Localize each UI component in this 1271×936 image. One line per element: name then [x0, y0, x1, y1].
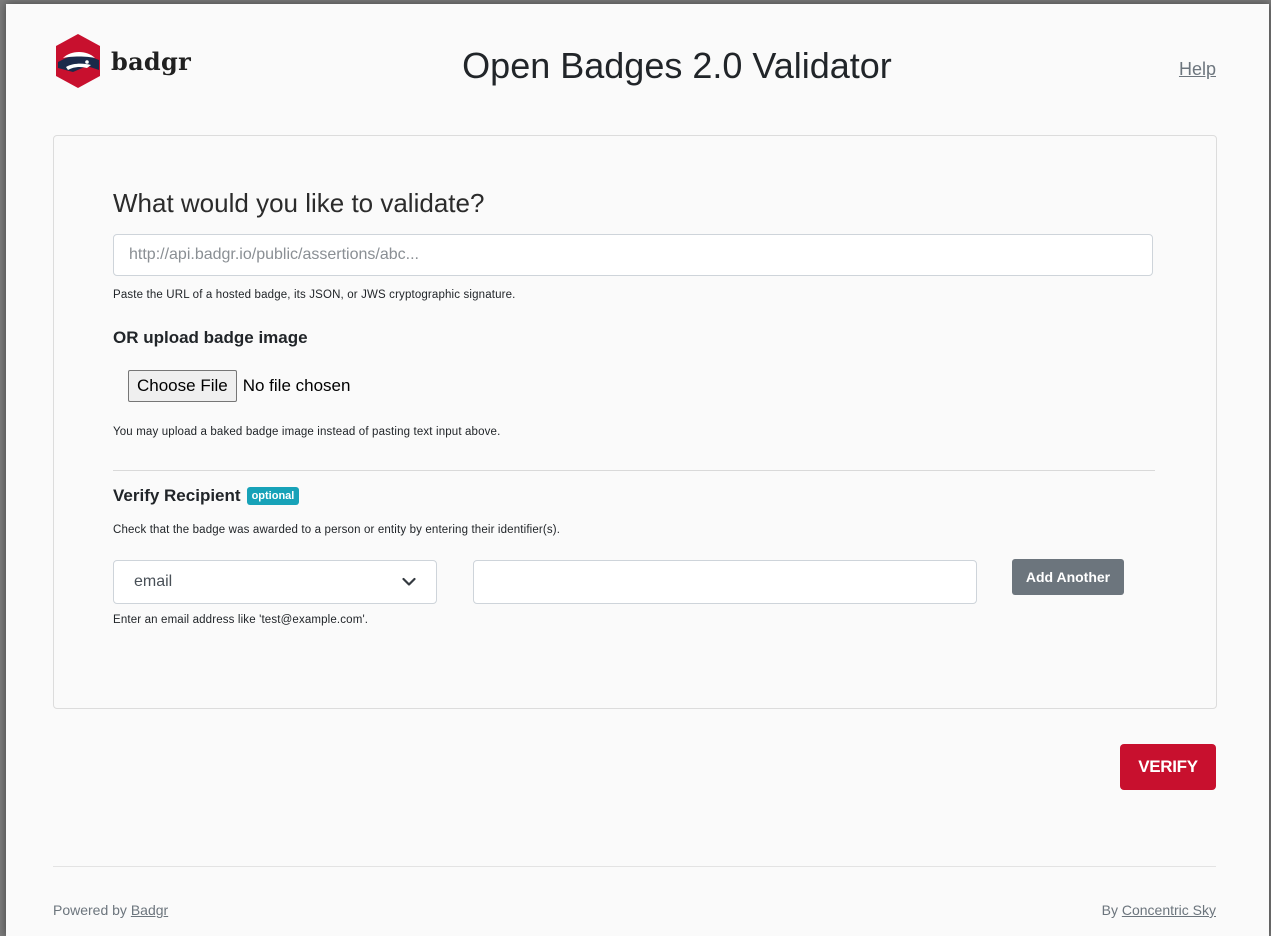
upload-help-text: You may upload a baked badge image inste…	[113, 426, 501, 438]
footer-divider	[53, 866, 1216, 867]
verify-recipient-title: Verify Recipient optional	[113, 486, 300, 506]
recipient-description: Check that the badge was awarded to a pe…	[113, 524, 561, 536]
chevron-down-icon	[402, 577, 416, 586]
powered-by-text: Powered by	[53, 902, 127, 918]
identifier-type-value: email	[134, 573, 173, 590]
verify-button[interactable]: VERIFY	[1120, 744, 1216, 790]
section-divider	[113, 470, 1155, 471]
file-status-text: No file chosen	[242, 376, 351, 395]
footer-credit: By Concentric Sky	[1102, 902, 1216, 918]
footer-powered-by: Powered by Badgr	[53, 902, 168, 918]
badgr-link[interactable]: Badgr	[131, 902, 168, 918]
choose-file-button[interactable]: Choose File	[128, 370, 237, 402]
identifier-type-select[interactable]: email	[113, 560, 437, 604]
concentric-sky-link[interactable]: Concentric Sky	[1122, 902, 1216, 918]
optional-badge: optional	[246, 487, 300, 505]
browser-window: badgr Open Badges 2.0 Validator Help Wha…	[6, 4, 1269, 936]
validate-question-heading: What would you like to validate?	[113, 188, 485, 218]
add-another-button[interactable]: Add Another	[1012, 559, 1124, 595]
verify-recipient-label: Verify Recipient	[113, 486, 241, 505]
upload-section-title: OR upload badge image	[113, 328, 308, 347]
identifier-help-text: Enter an email address like 'test@exampl…	[113, 614, 369, 626]
help-link[interactable]: Help	[1179, 59, 1216, 80]
validator-card: What would you like to validate? Paste t…	[53, 135, 1217, 709]
file-upload-control: Choose File No file chosen	[128, 370, 350, 402]
page-title: Open Badges 2.0 Validator	[462, 45, 892, 86]
badge-url-input[interactable]	[113, 234, 1153, 276]
by-text: By	[1101, 902, 1118, 918]
identifier-value-input[interactable]	[473, 560, 977, 604]
url-help-text: Paste the URL of a hosted badge, its JSO…	[113, 289, 516, 301]
